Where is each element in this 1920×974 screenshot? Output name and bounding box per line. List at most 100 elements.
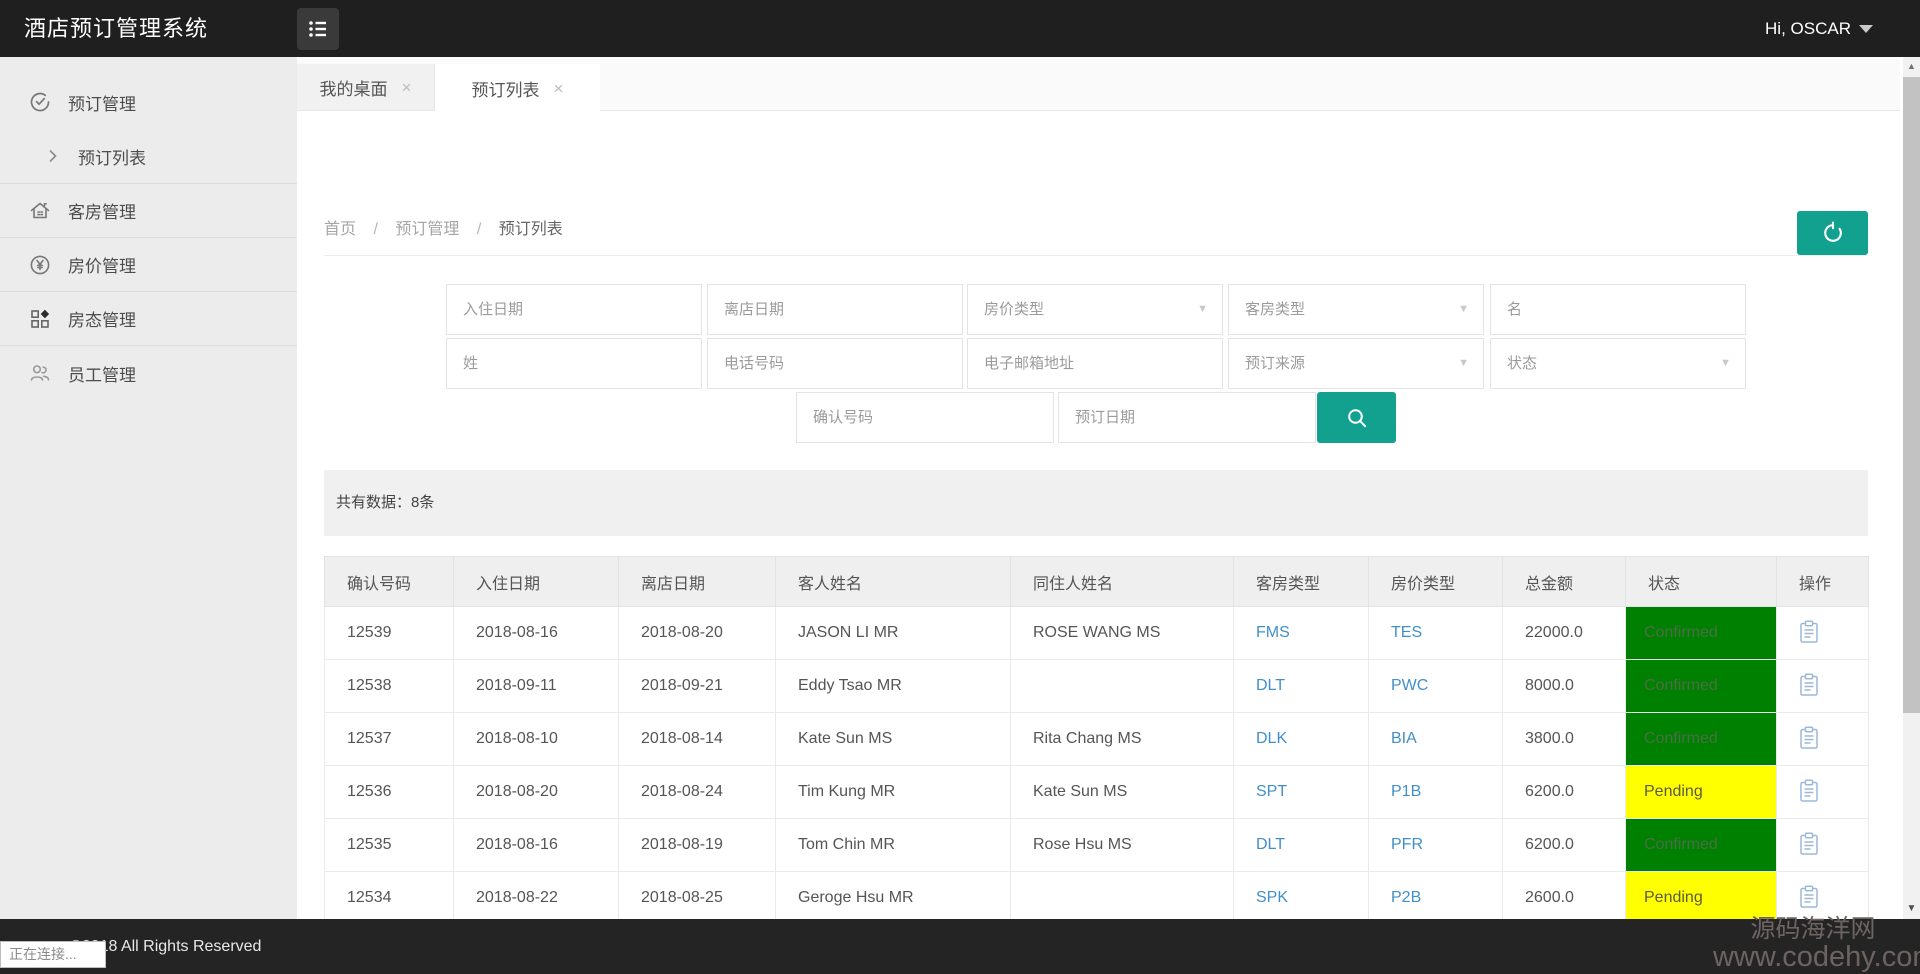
breadcrumb-section[interactable]: 预订管理 xyxy=(395,221,459,238)
rate-type-link[interactable]: PFR xyxy=(1368,818,1503,872)
cell-checkout: 2018-08-20 xyxy=(618,606,776,660)
cell-guest: JASON LI MR xyxy=(775,606,1011,660)
cell-guest: Eddy Tsao MR xyxy=(775,659,1011,713)
app-header: 酒店预订管理系统 Hi, OSCAR xyxy=(0,0,1920,57)
chevron-down-icon: ▼ xyxy=(1720,357,1731,369)
col-room-type: 客房类型 xyxy=(1233,556,1369,607)
clipboard-icon xyxy=(1800,672,1818,696)
detail-button[interactable] xyxy=(1799,619,1819,647)
checkin-date-input[interactable] xyxy=(446,284,702,335)
scrollbar[interactable]: ▲ ▼ xyxy=(1903,57,1920,919)
col-rate-type: 房价类型 xyxy=(1368,556,1503,607)
connection-status-tooltip: 正在连接... xyxy=(0,941,106,968)
search-button[interactable] xyxy=(1317,392,1396,443)
chevron-right-icon xyxy=(49,150,57,162)
detail-button[interactable] xyxy=(1799,672,1819,700)
cell-checkout: 2018-08-19 xyxy=(618,818,776,872)
app-root: 酒店预订管理系统 Hi, OSCAR 预订管理 预订列表 客房管理 房价管理 房… xyxy=(0,0,1920,974)
cell-status: Confirmed xyxy=(1625,818,1777,872)
select-placeholder: 预订来源 xyxy=(1245,355,1306,372)
room-type-link[interactable]: DLT xyxy=(1233,659,1369,713)
tab-reservation-list[interactable]: 预订列表 × xyxy=(435,64,600,112)
booking-source-select[interactable]: 预订来源 ▼ xyxy=(1228,338,1484,389)
room-type-link[interactable]: SPK xyxy=(1233,871,1369,925)
cell-amount: 3800.0 xyxy=(1502,712,1626,766)
status-badge: Confirmed xyxy=(1626,607,1776,659)
sidebar-item-reservation-list[interactable]: 预订列表 xyxy=(0,129,297,183)
col-checkout: 离店日期 xyxy=(618,556,776,607)
room-type-link[interactable]: SPT xyxy=(1233,765,1369,819)
refresh-button[interactable] xyxy=(1797,211,1868,255)
room-type-link[interactable]: DLK xyxy=(1233,712,1369,766)
first-name-input[interactable] xyxy=(1490,284,1746,335)
rate-type-link[interactable]: P2B xyxy=(1368,871,1503,925)
cell-confirm-no: 12538 xyxy=(324,659,454,713)
sidebar-item-roomstatus-mgmt[interactable]: 房态管理 xyxy=(0,292,297,346)
last-name-input[interactable] xyxy=(446,338,702,389)
house-icon xyxy=(30,202,50,218)
close-icon[interactable]: × xyxy=(554,80,564,97)
scroll-up-arrow-icon[interactable]: ▲ xyxy=(1903,57,1920,75)
cell-companion: ROSE WANG MS xyxy=(1010,606,1234,660)
checkout-date-input[interactable] xyxy=(707,284,963,335)
circle-check-icon xyxy=(30,92,50,112)
detail-button[interactable] xyxy=(1799,884,1819,912)
cell-status: Confirmed xyxy=(1625,659,1777,713)
col-guest: 客人姓名 xyxy=(775,556,1011,607)
room-type-select[interactable]: 客房类型 ▼ xyxy=(1228,284,1484,335)
breadcrumb-row: 首页 / 预订管理 / 预订列表 xyxy=(324,205,1868,256)
menu-toggle-button[interactable] xyxy=(297,8,339,50)
cell-status: Pending xyxy=(1625,765,1777,819)
status-select[interactable]: 状态 ▼ xyxy=(1490,338,1746,389)
detail-button[interactable] xyxy=(1799,831,1819,859)
room-type-link[interactable]: FMS xyxy=(1233,606,1369,660)
scrollbar-thumb[interactable] xyxy=(1903,77,1920,713)
close-icon[interactable]: × xyxy=(402,79,412,96)
cell-amount: 22000.0 xyxy=(1502,606,1626,660)
room-type-link[interactable]: DLT xyxy=(1233,818,1369,872)
table-row: 12537 2018-08-10 2018-08-14 Kate Sun MS … xyxy=(324,712,1869,766)
yen-circle-icon xyxy=(30,255,50,274)
table-row: 12538 2018-09-11 2018-09-21 Eddy Tsao MR… xyxy=(324,659,1869,713)
rate-type-link[interactable]: PWC xyxy=(1368,659,1503,713)
select-placeholder: 客房类型 xyxy=(1245,301,1306,318)
sidebar-item-reservation-mgmt[interactable]: 预订管理 xyxy=(0,75,297,129)
rate-type-link[interactable]: BIA xyxy=(1368,712,1503,766)
email-input[interactable] xyxy=(967,338,1223,389)
clipboard-icon xyxy=(1800,619,1818,643)
booking-date-input[interactable] xyxy=(1058,392,1316,443)
confirm-number-input[interactable] xyxy=(796,392,1054,443)
table-row: 12536 2018-08-20 2018-08-24 Tim Kung MR … xyxy=(324,765,1869,819)
clipboard-icon xyxy=(1800,831,1818,855)
cell-guest: Tom Chin MR xyxy=(775,818,1011,872)
rate-type-link[interactable]: TES xyxy=(1368,606,1503,660)
table-row: 12535 2018-08-16 2018-08-19 Tom Chin MR … xyxy=(324,818,1869,872)
cell-operation xyxy=(1776,765,1869,819)
detail-button[interactable] xyxy=(1799,778,1819,806)
breadcrumb-home[interactable]: 首页 xyxy=(324,221,356,238)
clipboard-icon xyxy=(1800,725,1818,749)
rate-type-select[interactable]: 房价类型 ▼ xyxy=(967,284,1223,335)
result-count-text: 共有数据：8条 xyxy=(336,494,435,511)
rate-type-link[interactable]: P1B xyxy=(1368,765,1503,819)
tab-my-desktop[interactable]: 我的桌面 × xyxy=(297,64,435,110)
cell-checkin: 2018-08-20 xyxy=(453,765,619,819)
sidebar-item-staff-mgmt[interactable]: 员工管理 xyxy=(0,346,297,400)
cell-amount: 6200.0 xyxy=(1502,765,1626,819)
user-menu[interactable]: Hi, OSCAR xyxy=(1765,0,1873,57)
cell-checkin: 2018-08-16 xyxy=(453,818,619,872)
phone-input[interactable] xyxy=(707,338,963,389)
cell-companion xyxy=(1010,659,1234,713)
col-companion: 同住人姓名 xyxy=(1010,556,1234,607)
sidebar-item-rate-mgmt[interactable]: 房价管理 xyxy=(0,238,297,292)
status-badge: Confirmed xyxy=(1626,660,1776,712)
watermark-url: www.codehy.com xyxy=(1713,941,1920,974)
detail-button[interactable] xyxy=(1799,725,1819,753)
sidebar-item-room-mgmt[interactable]: 客房管理 xyxy=(0,184,297,238)
table-row: 12534 2018-08-22 2018-08-25 Geroge Hsu M… xyxy=(324,871,1869,925)
col-confirm-no: 确认号码 xyxy=(324,556,454,607)
cell-amount: 6200.0 xyxy=(1502,818,1626,872)
sidebar-item-label: 客房管理 xyxy=(68,203,136,222)
cell-checkin: 2018-08-16 xyxy=(453,606,619,660)
clipboard-icon xyxy=(1800,884,1818,908)
